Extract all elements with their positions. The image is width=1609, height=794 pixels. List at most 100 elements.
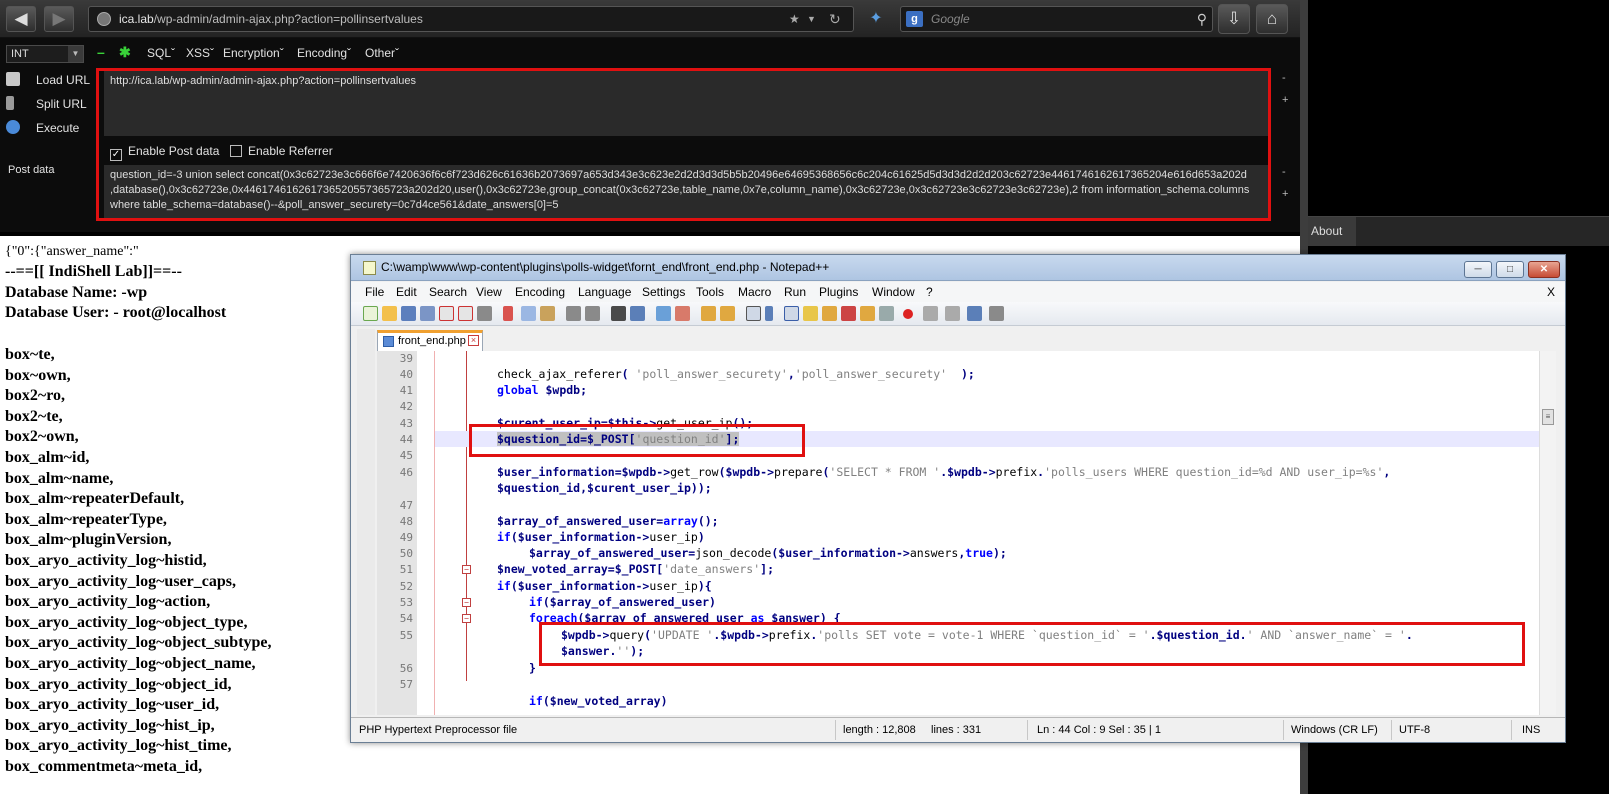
downloads-button[interactable]: ⇩ [1218,4,1250,34]
execute-icon [6,120,20,134]
paste-icon[interactable] [540,306,555,321]
save-macro-icon[interactable] [989,306,1004,321]
save-icon[interactable] [401,306,416,321]
highlight-box [469,424,805,457]
menu-edit[interactable]: Edit [396,285,417,299]
undo-icon[interactable] [566,306,581,321]
status-separator [835,720,836,740]
chevron-down-icon[interactable]: ▼ [807,7,816,31]
menu-other[interactable]: Otherˇ [365,46,399,60]
folder-workspace-icon[interactable] [860,306,875,321]
plus-icon[interactable]: ✱ [119,44,131,61]
code-area[interactable]: check_ajax_referer( 'poll_answer_securet… [435,351,1539,715]
column-entry: box_aryo_activity_log~user_caps, [5,572,236,590]
home-icon: ⌂ [1266,9,1278,28]
notepadpp-window: C:\wamp\www\wp-content\plugins\polls-wid… [350,254,1566,743]
post-grow-button[interactable]: + [1282,188,1288,200]
menu-help[interactable]: ? [926,285,933,299]
menu-search[interactable]: Search [429,285,467,299]
minus-icon[interactable]: – [97,44,105,60]
bookmark-star-icon[interactable]: ★ [789,7,800,31]
close-file-icon[interactable] [439,306,454,321]
play-macro-icon[interactable] [945,306,960,321]
close-icon: ✕ [1539,264,1549,275]
new-file-icon[interactable] [363,306,378,321]
split-url-button[interactable]: Split URL [6,95,87,115]
menu-xss[interactable]: XSSˇ [186,46,214,60]
code-line: if($user_information->user_ip){ [497,579,712,593]
banner-text: --==[[ IndiShell Lab]]==-- [5,263,182,280]
replace-icon[interactable] [630,306,645,321]
scroll-thumb[interactable]: ≡ [1542,409,1554,425]
run-macro-multiple-icon[interactable] [967,306,982,321]
google-icon[interactable]: g [906,11,923,27]
zoom-in-icon[interactable] [656,306,671,321]
back-button[interactable]: ◀ [6,6,36,32]
post-shrink-button[interactable]: - [1282,166,1286,178]
monitor-icon[interactable] [879,306,894,321]
url-shrink-button[interactable]: - [1282,72,1286,84]
about-button[interactable]: About [1308,217,1356,246]
window-titlebar[interactable]: C:\wamp\www\wp-content\plugins\polls-wid… [351,255,1565,281]
code-line: $array_of_answered_user=json_decode($use… [529,546,1007,560]
menu-run[interactable]: Run [784,285,806,299]
indent-guide-icon[interactable] [784,306,799,321]
save-all-icon[interactable] [420,306,435,321]
search-box[interactable]: g Google ⚲ [900,6,1213,32]
print-icon[interactable] [477,306,492,321]
cut-icon[interactable] [503,306,513,321]
menu-view[interactable]: View [476,285,502,299]
menu-encryption[interactable]: Encryptionˇ [223,46,284,60]
reload-icon[interactable]: ↻ [829,7,841,31]
menu-encoding[interactable]: Encodingˇ [297,46,351,60]
menu-window[interactable]: Window [872,285,915,299]
search-icon[interactable]: ⚲ [1197,7,1207,31]
function-list-icon[interactable] [841,306,856,321]
menu-language[interactable]: Language [578,285,631,299]
menu-tools[interactable]: Tools [696,285,724,299]
address-bar[interactable]: ica.lab/wp-admin/admin-ajax.php?action=p… [88,6,854,32]
close-button[interactable]: ✕ [1528,261,1560,278]
code-line: $new_voted_array=$_POST['date_answers']; [497,562,774,576]
word-wrap-icon[interactable] [746,306,761,321]
doc-map-icon[interactable] [822,306,837,321]
stop-macro-icon[interactable] [923,306,938,321]
tab-close-icon[interactable]: × [468,335,479,346]
status-filetype: PHP Hypertext Preprocessor file [359,724,518,736]
copy-icon[interactable] [521,306,536,321]
addon-icon[interactable]: ✦ [862,6,890,32]
minimize-button[interactable]: ─ [1464,261,1492,278]
line-number: 54 [399,612,413,625]
close-all-icon[interactable] [458,306,473,321]
sync-vertical-icon[interactable] [701,306,716,321]
close-document-button[interactable]: X [1547,285,1555,299]
menu-sql[interactable]: SQLˇ [147,46,175,60]
line-number: 43 [399,417,413,430]
vertical-scrollbar[interactable]: ≡ [1539,351,1556,715]
menu-file[interactable]: File [365,285,384,299]
code-line: if($new_voted_array) [529,694,668,708]
menu-encoding[interactable]: Encoding [515,285,565,299]
tab-front-end-php[interactable]: front_end.php × [377,330,483,351]
redo-icon[interactable] [585,306,600,321]
udl-icon[interactable] [803,306,818,321]
php-file-icon [383,336,394,347]
menu-settings[interactable]: Settings [642,285,685,299]
sync-horizontal-icon[interactable] [720,306,735,321]
execute-button[interactable]: Execute [6,119,79,139]
menu-plugins[interactable]: Plugins [819,285,858,299]
open-file-icon[interactable] [382,306,397,321]
forward-button[interactable]: ▶ [44,6,74,32]
url-grow-button[interactable]: + [1282,94,1288,106]
home-button[interactable]: ⌂ [1256,4,1288,34]
record-macro-icon[interactable] [903,309,913,319]
find-icon[interactable] [611,306,626,321]
zoom-out-icon[interactable] [675,306,690,321]
maximize-button[interactable]: □ [1496,261,1524,278]
code-editor[interactable]: 39 40 41 42 43 44 45 46 47 48 49 50 51 52 53 54 55 56 57 −… [377,351,1539,715]
show-all-chars-icon[interactable] [765,306,773,321]
load-url-button[interactable]: Load URL [6,71,90,91]
status-encoding: UTF-8 [1399,724,1431,736]
int-select[interactable]: INT ▼ [6,45,84,63]
menu-macro[interactable]: Macro [738,285,771,299]
